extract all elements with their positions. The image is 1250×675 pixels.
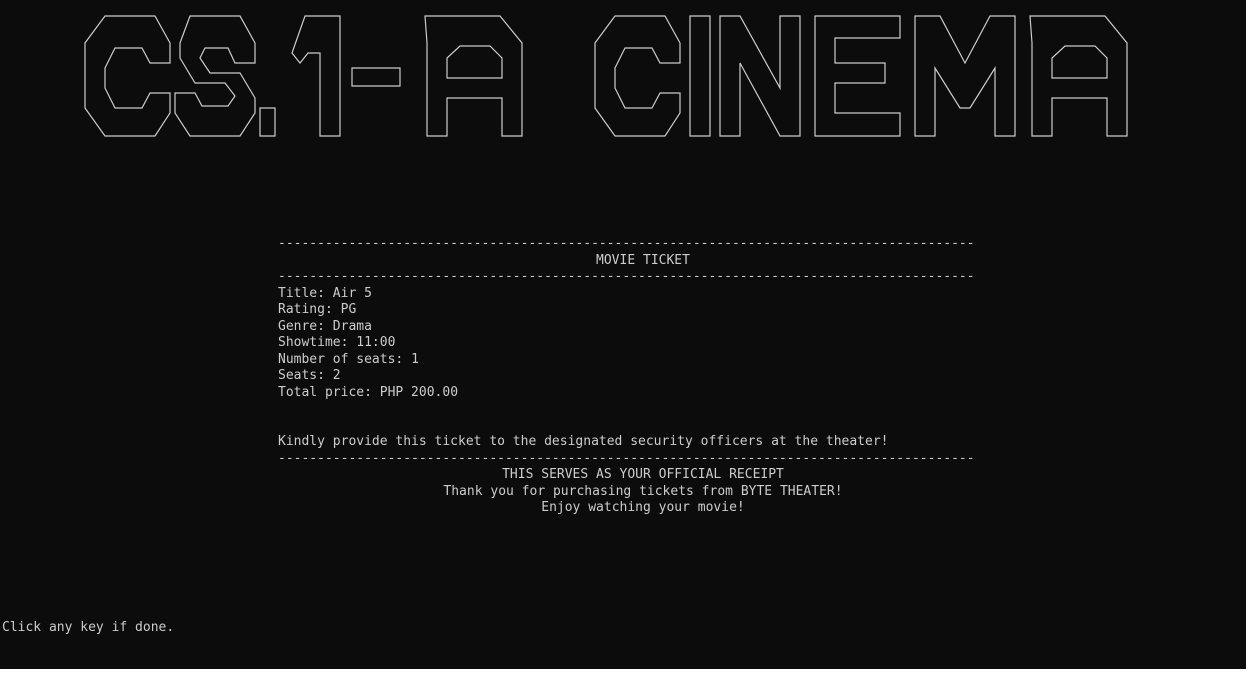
- field-genre-value: Drama: [332, 318, 372, 334]
- ascii-banner: [70, 8, 1180, 148]
- receipt-header: MOVIE TICKET: [596, 252, 690, 268]
- field-title: Title: Air 5: [278, 285, 372, 301]
- notice-text: Kindly provide this ticket to the design…: [278, 434, 889, 449]
- continue-prompt: Click any key if done.: [2, 620, 175, 635]
- field-genre: Genre: Drama: [278, 318, 372, 334]
- field-number-of-seats-label: Number of seats: [278, 351, 396, 367]
- field-title-label: Title: [278, 285, 318, 301]
- field-rating: Rating: PG: [278, 302, 357, 317]
- field-showtime-label: Showtime: [278, 335, 341, 350]
- field-rating-label: Rating: [278, 302, 325, 317]
- field-showtime: Showtime: 11:00: [278, 335, 396, 350]
- footer-line-enjoy: Enjoy watching your movie!: [541, 500, 745, 515]
- separator-top: ----------------------------------------…: [278, 236, 975, 251]
- console-window[interactable]: ----------------------------------------…: [0, 0, 1246, 669]
- field-seats-label: Seats: [278, 368, 318, 383]
- field-title-value: Air 5: [332, 285, 372, 301]
- field-total-price: Total price: PHP 200.00: [278, 384, 459, 400]
- footer-line-thanks: Thank you for purchasing tickets from BY…: [443, 483, 843, 499]
- field-genre-label: Genre: [278, 318, 318, 334]
- ticket-receipt: ----------------------------------------…: [278, 236, 1008, 517]
- field-rating-value: PG: [340, 302, 357, 317]
- field-showtime-value: 11:00: [356, 335, 396, 350]
- field-number-of-seats: Number of seats: 1: [278, 351, 419, 367]
- field-seats-value: 2: [332, 368, 341, 383]
- field-seats: Seats: 2: [278, 368, 341, 383]
- field-number-of-seats-value: 1: [411, 351, 419, 367]
- field-total-price-value: PHP 200.00: [379, 384, 459, 400]
- field-total-price-label: Total price: [278, 384, 365, 400]
- separator-bottom: ----------------------------------------…: [278, 450, 975, 466]
- ascii-banner-art: [84, 15, 1128, 137]
- footer-line-receipt: THIS SERVES AS YOUR OFFICIAL RECEIPT: [502, 467, 784, 482]
- separator-header: ----------------------------------------…: [278, 269, 975, 284]
